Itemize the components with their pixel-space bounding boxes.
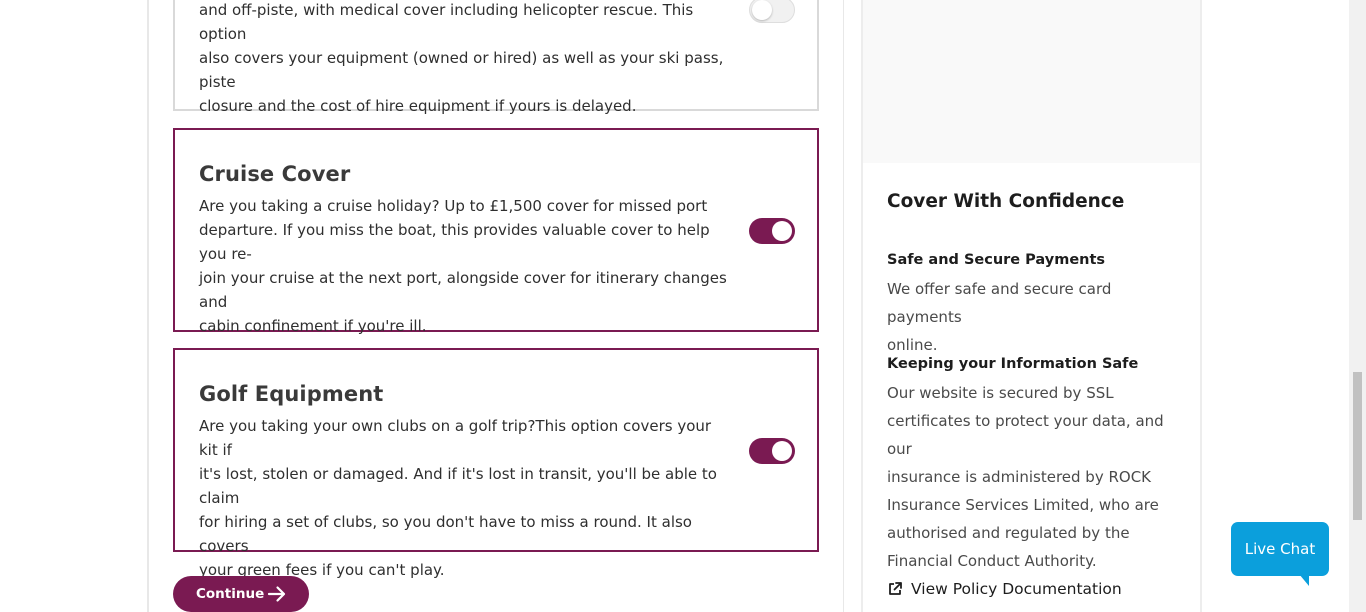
info-line: Insurance Services Limited, who are bbox=[887, 496, 1159, 514]
sidebar-title: Cover With Confidence bbox=[887, 191, 1125, 212]
external-link-icon bbox=[889, 582, 902, 595]
scrollbar-thumb[interactable] bbox=[1353, 372, 1362, 520]
continue-button[interactable]: Continue bbox=[173, 576, 309, 612]
info-heading: Keeping your Information Safe bbox=[887, 356, 1139, 372]
payments-heading: Safe and Secure Payments bbox=[887, 252, 1106, 268]
ski-cover-toggle[interactable] bbox=[749, 0, 795, 23]
sidebar-panel: Cover With Confidence Safe and Secure Pa… bbox=[861, 0, 1202, 612]
description-line: closure and the cost of hire equipment i… bbox=[199, 97, 637, 115]
description-line: Are you taking your own clubs on a golf … bbox=[199, 417, 712, 459]
option-card-ski: and off-piste, with medical cover includ… bbox=[173, 0, 819, 115]
description-line: Are you taking a cruise holiday? Up to £… bbox=[199, 197, 708, 215]
option-title: Golf Equipment bbox=[199, 382, 384, 406]
toggle-knob bbox=[752, 0, 772, 20]
description-line: and off-piste, with medical cover includ… bbox=[199, 1, 694, 43]
page-scrollbar[interactable] bbox=[1349, 0, 1366, 612]
info-line: Our website is secured by SSL bbox=[887, 384, 1114, 402]
golf-equipment-toggle[interactable] bbox=[749, 438, 795, 464]
live-chat-button[interactable]: Live Chat bbox=[1231, 522, 1329, 576]
content-border-right bbox=[843, 0, 844, 612]
option-title: Cruise Cover bbox=[199, 162, 351, 186]
payments-line: We offer safe and secure card payments bbox=[887, 280, 1112, 326]
toggle-knob bbox=[772, 221, 792, 241]
policy-documentation-link[interactable]: View Policy Documentation bbox=[887, 580, 1122, 598]
description-line: cabin confinement if you're ill. bbox=[199, 317, 427, 335]
description-line: join your cruise at the next port, along… bbox=[199, 269, 727, 311]
description-line: for hiring a set of clubs, so you don't … bbox=[199, 513, 692, 555]
info-text: Our website is secured by SSL certificat… bbox=[887, 379, 1187, 575]
info-line: insurance is administered by ROCK bbox=[887, 468, 1152, 486]
info-line: authorised and regulated by the bbox=[887, 524, 1130, 542]
option-description: Are you taking a cruise holiday? Up to £… bbox=[199, 194, 729, 338]
policy-documentation-label: View Policy Documentation bbox=[911, 580, 1122, 598]
sidebar-summary-area bbox=[863, 0, 1200, 163]
description-line: also covers your equipment (owned or hir… bbox=[199, 49, 724, 91]
payments-text: We offer safe and secure card payments o… bbox=[887, 275, 1187, 359]
content-border-left bbox=[147, 0, 149, 612]
live-chat-label: Live Chat bbox=[1244, 540, 1316, 558]
chat-bubble-tail bbox=[1299, 574, 1309, 586]
arrow-right-icon bbox=[267, 586, 286, 602]
toggle-knob bbox=[772, 441, 792, 461]
continue-label: Continue bbox=[196, 586, 265, 602]
option-description: Are you taking your own clubs on a golf … bbox=[199, 414, 729, 582]
description-line: it's lost, stolen or damaged. And if it'… bbox=[199, 465, 717, 507]
info-line: certificates to protect your data, and o… bbox=[887, 412, 1164, 458]
option-description: and off-piste, with medical cover includ… bbox=[199, 0, 729, 118]
option-card-golf: Golf Equipment Are you taking your own c… bbox=[173, 348, 819, 579]
info-line: Financial Conduct Authority. bbox=[887, 552, 1097, 570]
option-card-cruise: Cruise Cover Are you taking a cruise hol… bbox=[173, 128, 819, 335]
payments-line: online. bbox=[887, 336, 938, 354]
cruise-cover-toggle[interactable] bbox=[749, 218, 795, 244]
description-line: departure. If you miss the boat, this pr… bbox=[199, 221, 710, 263]
